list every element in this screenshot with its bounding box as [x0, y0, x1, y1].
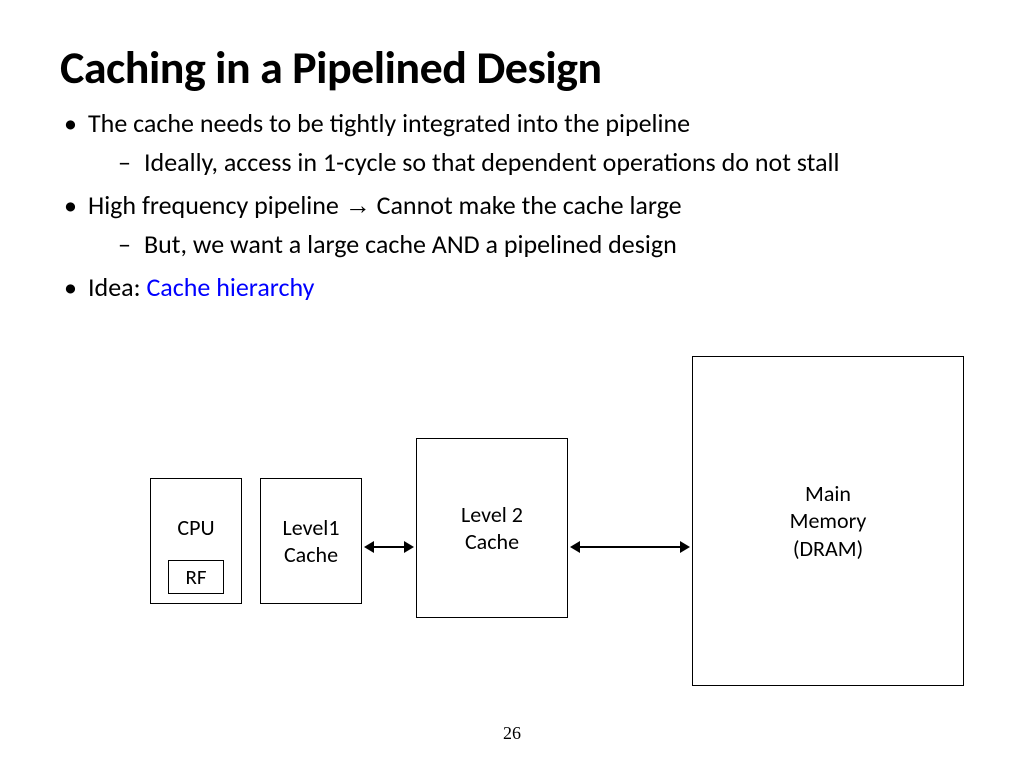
rf-label: RF — [185, 564, 206, 590]
cpu-box: CPU — [150, 478, 242, 604]
mem-label-1: Main — [805, 480, 851, 508]
bullet-1: The cache needs to be tightly integrated… — [60, 106, 964, 180]
bullet-3-highlight: Cache hierarchy — [146, 271, 314, 303]
bullet-3: Idea: Cache hierarchy — [60, 270, 964, 305]
main-memory-box: Main Memory (DRAM) — [692, 356, 964, 686]
page-title: Caching in a Pipelined Design — [60, 40, 964, 96]
bullet-2a: But, we want a large cache AND a pipelin… — [88, 227, 964, 262]
l2-label-2: Cache — [465, 528, 519, 556]
bullet-list: The cache needs to be tightly integrated… — [60, 106, 964, 305]
mem-label-3: (DRAM) — [793, 535, 863, 563]
bullet-1a: Ideally, access in 1-cycle so that depen… — [88, 145, 964, 180]
arrow-l2-mem-icon — [580, 546, 680, 548]
l1-label-1: Level1 — [283, 514, 340, 542]
bullet-1a-text: Ideally, access in 1-cycle so that depen… — [144, 146, 839, 178]
right-arrow-icon: → — [345, 190, 371, 220]
bullet-2-pre: High frequency pipeline — [88, 189, 345, 221]
cpu-label: CPU — [177, 514, 214, 542]
bullet-3-pre: Idea: — [88, 271, 146, 303]
mem-label-2: Memory — [790, 507, 867, 535]
rf-box: RF — [168, 560, 224, 594]
l2-cache-box: Level 2 Cache — [416, 438, 568, 618]
l2-label-1: Level 2 — [461, 501, 523, 529]
l1-cache-box: Level1 Cache — [260, 478, 362, 604]
bullet-1-text: The cache needs to be tightly integrated… — [88, 107, 690, 139]
page-number: 26 — [0, 723, 1024, 744]
arrow-l1-l2-icon — [374, 546, 404, 548]
bullet-2: High frequency pipeline → Cannot make th… — [60, 188, 964, 262]
bullet-2a-text: But, we want a large cache AND a pipelin… — [144, 228, 677, 260]
bullet-2-post: Cannot make the cache large — [371, 189, 682, 221]
slide: Caching in a Pipelined Design The cache … — [0, 0, 1024, 768]
l1-label-2: Cache — [284, 541, 338, 569]
